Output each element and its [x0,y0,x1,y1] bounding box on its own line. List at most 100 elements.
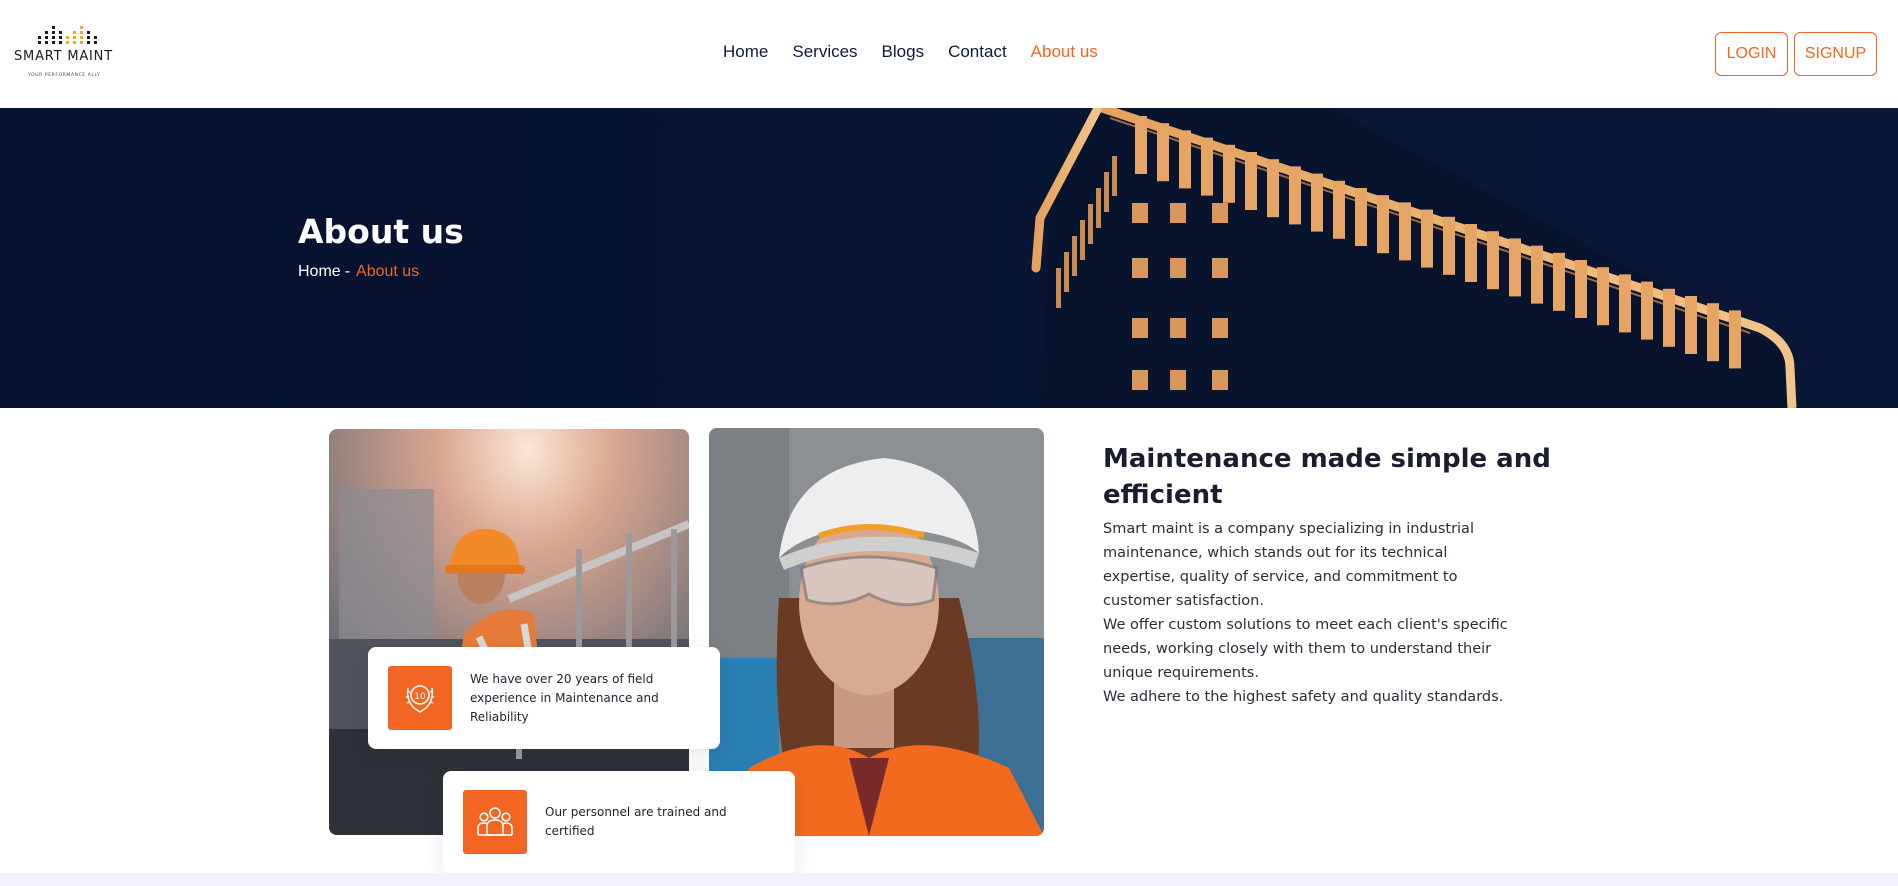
feature-icon-box [463,790,527,854]
about-heading: Maintenance made simple and efficient [1103,444,1551,510]
logo-dot [52,26,55,29]
building-window [1267,159,1279,218]
building-window [1080,220,1085,260]
logo-dot [73,31,76,34]
about-paragraph: Smart maint is a company specializing in… [1103,521,1474,609]
svg-text:10: 10 [414,692,426,702]
building-window [1531,245,1543,304]
building-window [1064,252,1069,292]
logo-dot [94,41,97,44]
award-10-years-icon: 10 [406,685,434,713]
logo-mark-icon [38,26,97,44]
smart-maint-logo[interactable]: SMART MAINT YOUR PERFORMANCE ALLY [14,24,118,82]
breadcrumb-separator: - [344,263,351,280]
building-window [1170,258,1186,278]
logo-dot [52,36,55,39]
building-window [1333,180,1345,239]
building-window [1223,144,1235,203]
building-window [1201,137,1213,196]
logo-dot [45,41,48,44]
experience-feature-card: 10 We have over 20 years of field experi… [368,647,720,749]
logo-dot [66,36,69,39]
building-window [1575,260,1587,318]
logo-dot [87,41,90,44]
logo-dot [80,31,83,34]
building-window [1132,258,1148,278]
building-window [1487,231,1499,290]
building-window [1212,203,1228,223]
logo-dot [52,31,55,34]
building-window [1132,318,1148,338]
building-window [1289,166,1301,225]
page-banner: About us Home - About us [0,108,1898,408]
building-window [1132,203,1148,223]
about-description: Smart maint is a company specializing in… [1103,517,1523,709]
building-window [1685,296,1697,354]
building-window [1443,216,1455,275]
feature-text: We have over 20 years of field experienc… [470,672,659,724]
about-paragraph: We adhere to the highest safety and qual… [1103,689,1504,705]
building-window [1707,303,1719,362]
building-window [1104,172,1109,212]
building-window [1663,288,1675,347]
logo-dot [73,36,76,39]
logo-dot [38,36,41,39]
logo-dot [80,26,83,29]
building-window [1355,188,1367,246]
building-window [1056,268,1061,308]
nav-link-contact[interactable]: Contact [948,40,1007,64]
breadcrumb-home-link[interactable]: Home [298,263,341,280]
page-title: About us [298,212,464,251]
building-window [1132,370,1148,390]
logo-dot [52,41,55,44]
signup-button[interactable]: SIGNUP [1794,32,1877,76]
logo-dot [87,36,90,39]
logo-dot [80,41,83,44]
building-window [1465,224,1477,282]
building-window [1311,173,1323,232]
building-window [1212,318,1228,338]
logo-dot [45,36,48,39]
logo-dot [45,31,48,34]
nav-link-home[interactable]: Home [723,40,768,64]
logo-dot [59,41,62,44]
logo-dot [80,36,83,39]
nav-link-blogs[interactable]: Blogs [882,40,925,64]
logo-dot [66,41,69,44]
team-people-icon [477,807,513,836]
logo-dot [59,36,62,39]
building-window [1597,267,1609,326]
building-window [1135,116,1147,174]
logo-dot [59,31,62,34]
login-button[interactable]: LOGIN [1715,32,1788,76]
building-window [1377,195,1389,254]
logo-dot [87,31,90,34]
building-night-illustration [0,108,1898,408]
building-window [1641,281,1653,340]
building-window [1509,238,1521,297]
logo-dot [38,41,41,44]
breadcrumb: Home - About us [298,263,419,281]
building-window [1619,274,1631,333]
building-window [1096,188,1101,228]
about-paragraph: We offer custom solutions to meet each c… [1103,617,1508,681]
building-window [1170,203,1186,223]
building-window [1245,152,1257,210]
building-window [1179,130,1191,189]
building-window [1170,370,1186,390]
building-window [1072,236,1077,276]
building-window [1112,156,1117,196]
logo-dot [73,41,76,44]
building-window [1553,252,1565,311]
breadcrumb-current: About us [356,263,420,280]
nav-link-services[interactable]: Services [792,40,857,64]
building-window [1088,204,1093,244]
feature-icon-box: 10 [388,666,452,730]
logo-wordmark: SMART MAINT [14,49,113,64]
certified-feature-card: Our personnel are trained and certified [443,771,795,875]
logo-dot [94,36,97,39]
building-window [1212,370,1228,390]
building-window [1212,258,1228,278]
next-section-band [0,873,1898,886]
nav-link-about-us[interactable]: About us [1031,40,1098,64]
